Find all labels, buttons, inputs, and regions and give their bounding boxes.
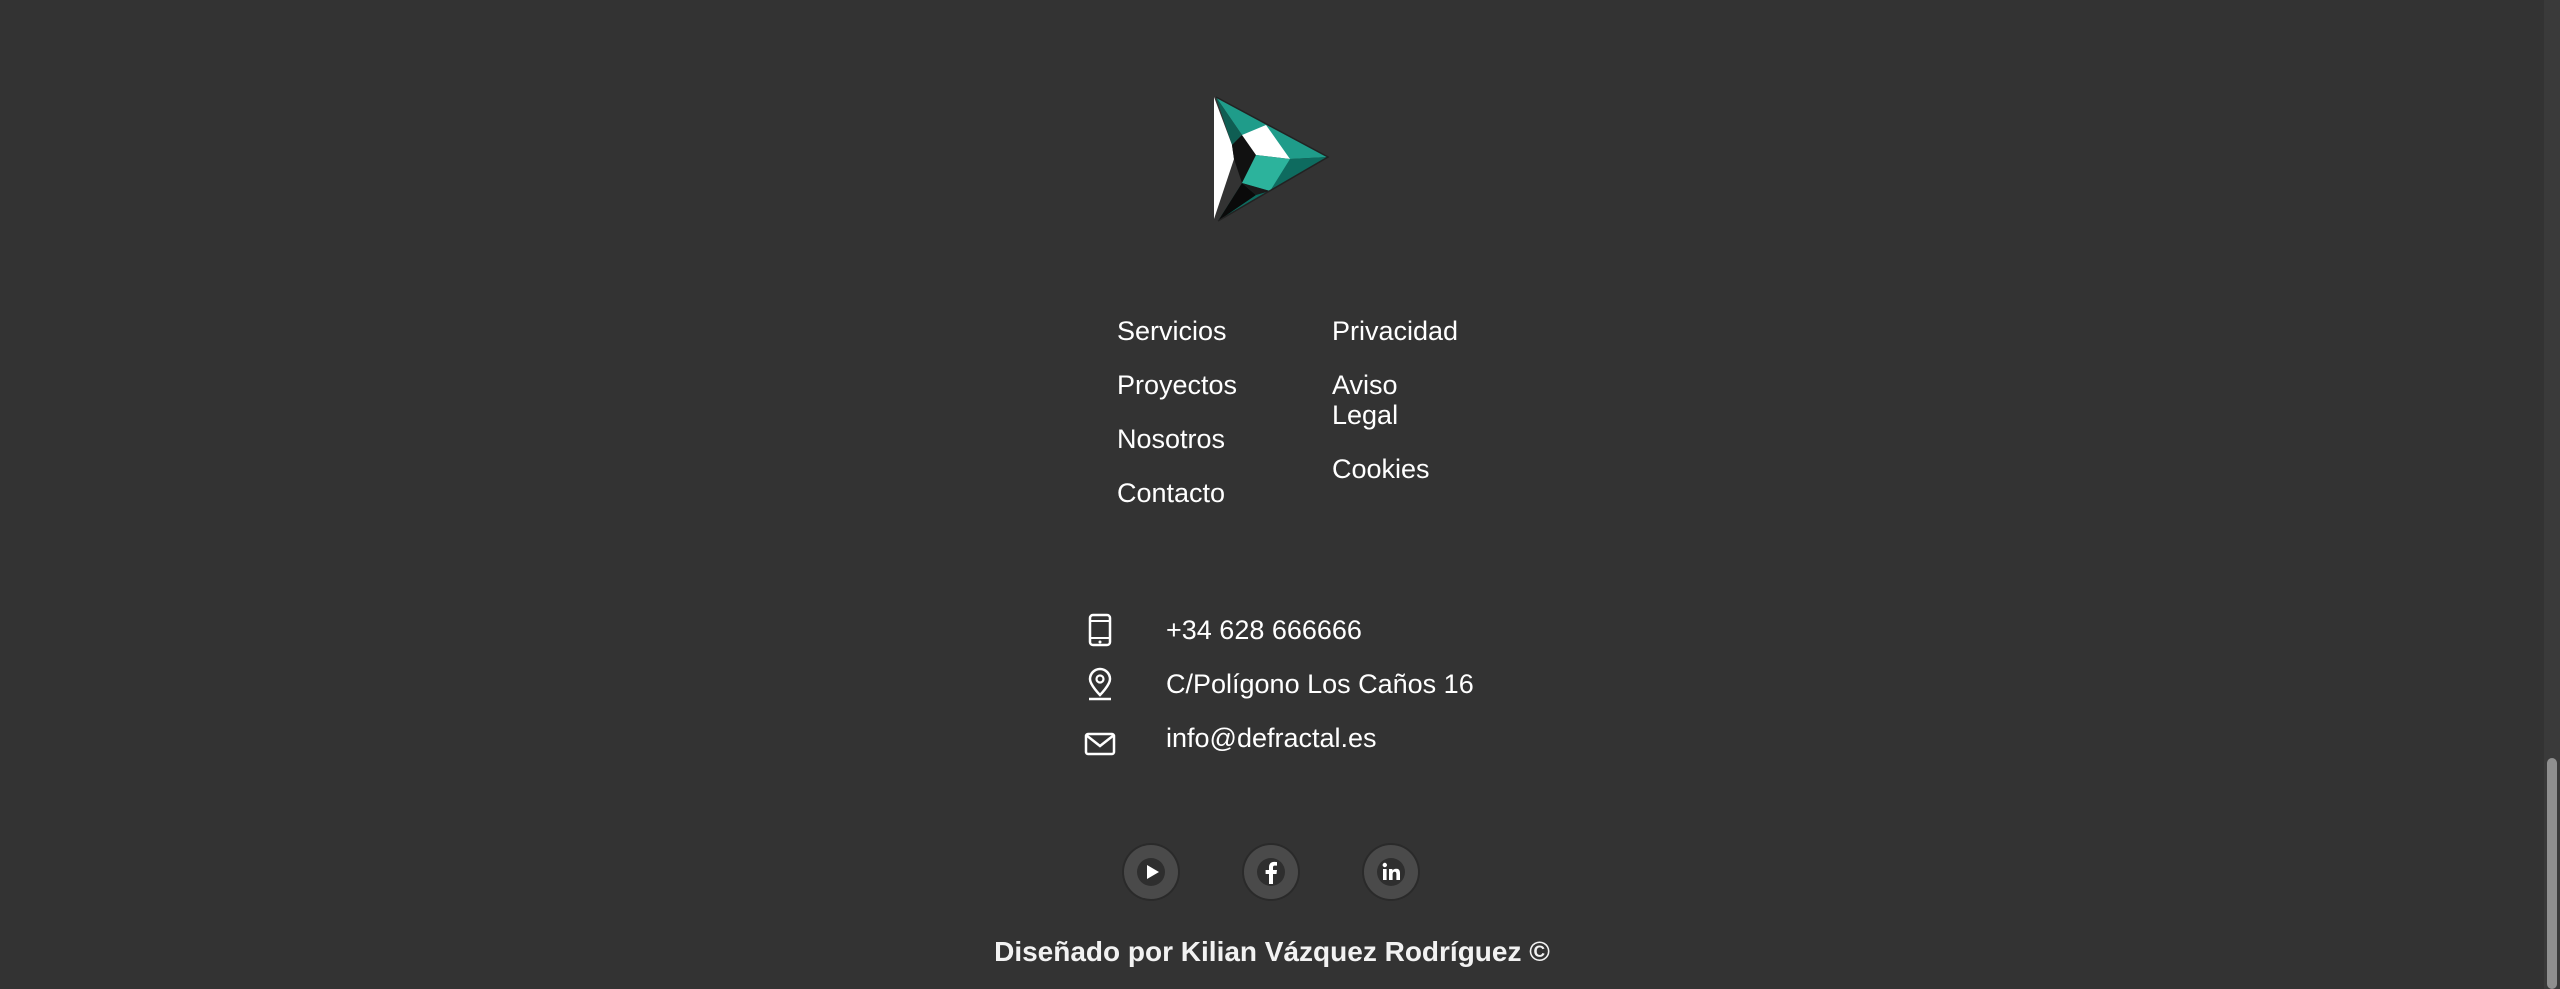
scrollbar-thumb[interactable] (2547, 758, 2557, 989)
linkedin-button[interactable] (1364, 845, 1418, 899)
nav-link-cookies[interactable]: Cookies (1332, 454, 1432, 484)
envelope-icon (1080, 718, 1120, 758)
page-scrollbar[interactable] (2544, 0, 2560, 989)
nav-link-contacto[interactable]: Contacto (1117, 478, 1237, 508)
contact-email[interactable]: info@defractal.es (1166, 723, 1377, 754)
location-pin-icon (1080, 664, 1120, 704)
mobile-phone-icon (1080, 610, 1120, 650)
facebook-button[interactable] (1244, 845, 1298, 899)
contact-address-row: C/Polígono Los Caños 16 (1080, 664, 1474, 704)
nav-link-aviso-legal[interactable]: Aviso Legal (1332, 370, 1432, 430)
contact-phone-row: +34 628 666666 (1080, 610, 1362, 650)
footer-credit: Diseñado por Kilian Vázquez Rodríguez © (994, 936, 1550, 967)
nav-link-proyectos[interactable]: Proyectos (1117, 370, 1237, 400)
contact-email-row: info@defractal.es (1080, 718, 1377, 758)
footer-nav-right: Privacidad Aviso Legal Cookies (1332, 316, 1458, 508)
nav-link-privacidad[interactable]: Privacidad (1332, 316, 1458, 346)
logo-icon[interactable] (1212, 95, 1330, 223)
nav-link-nosotros[interactable]: Nosotros (1117, 424, 1237, 454)
footer-nav-left: Servicios Proyectos Nosotros Contacto (1117, 316, 1237, 532)
play-icon (1137, 858, 1165, 886)
facebook-icon (1257, 858, 1285, 886)
contact-phone[interactable]: +34 628 666666 (1166, 615, 1362, 646)
nav-link-servicios[interactable]: Servicios (1117, 316, 1237, 346)
footer-page: Servicios Proyectos Nosotros Contacto Pr… (0, 0, 2544, 989)
linkedin-icon (1377, 858, 1405, 886)
contact-address: C/Polígono Los Caños 16 (1166, 668, 1474, 699)
youtube-button[interactable] (1124, 845, 1178, 899)
